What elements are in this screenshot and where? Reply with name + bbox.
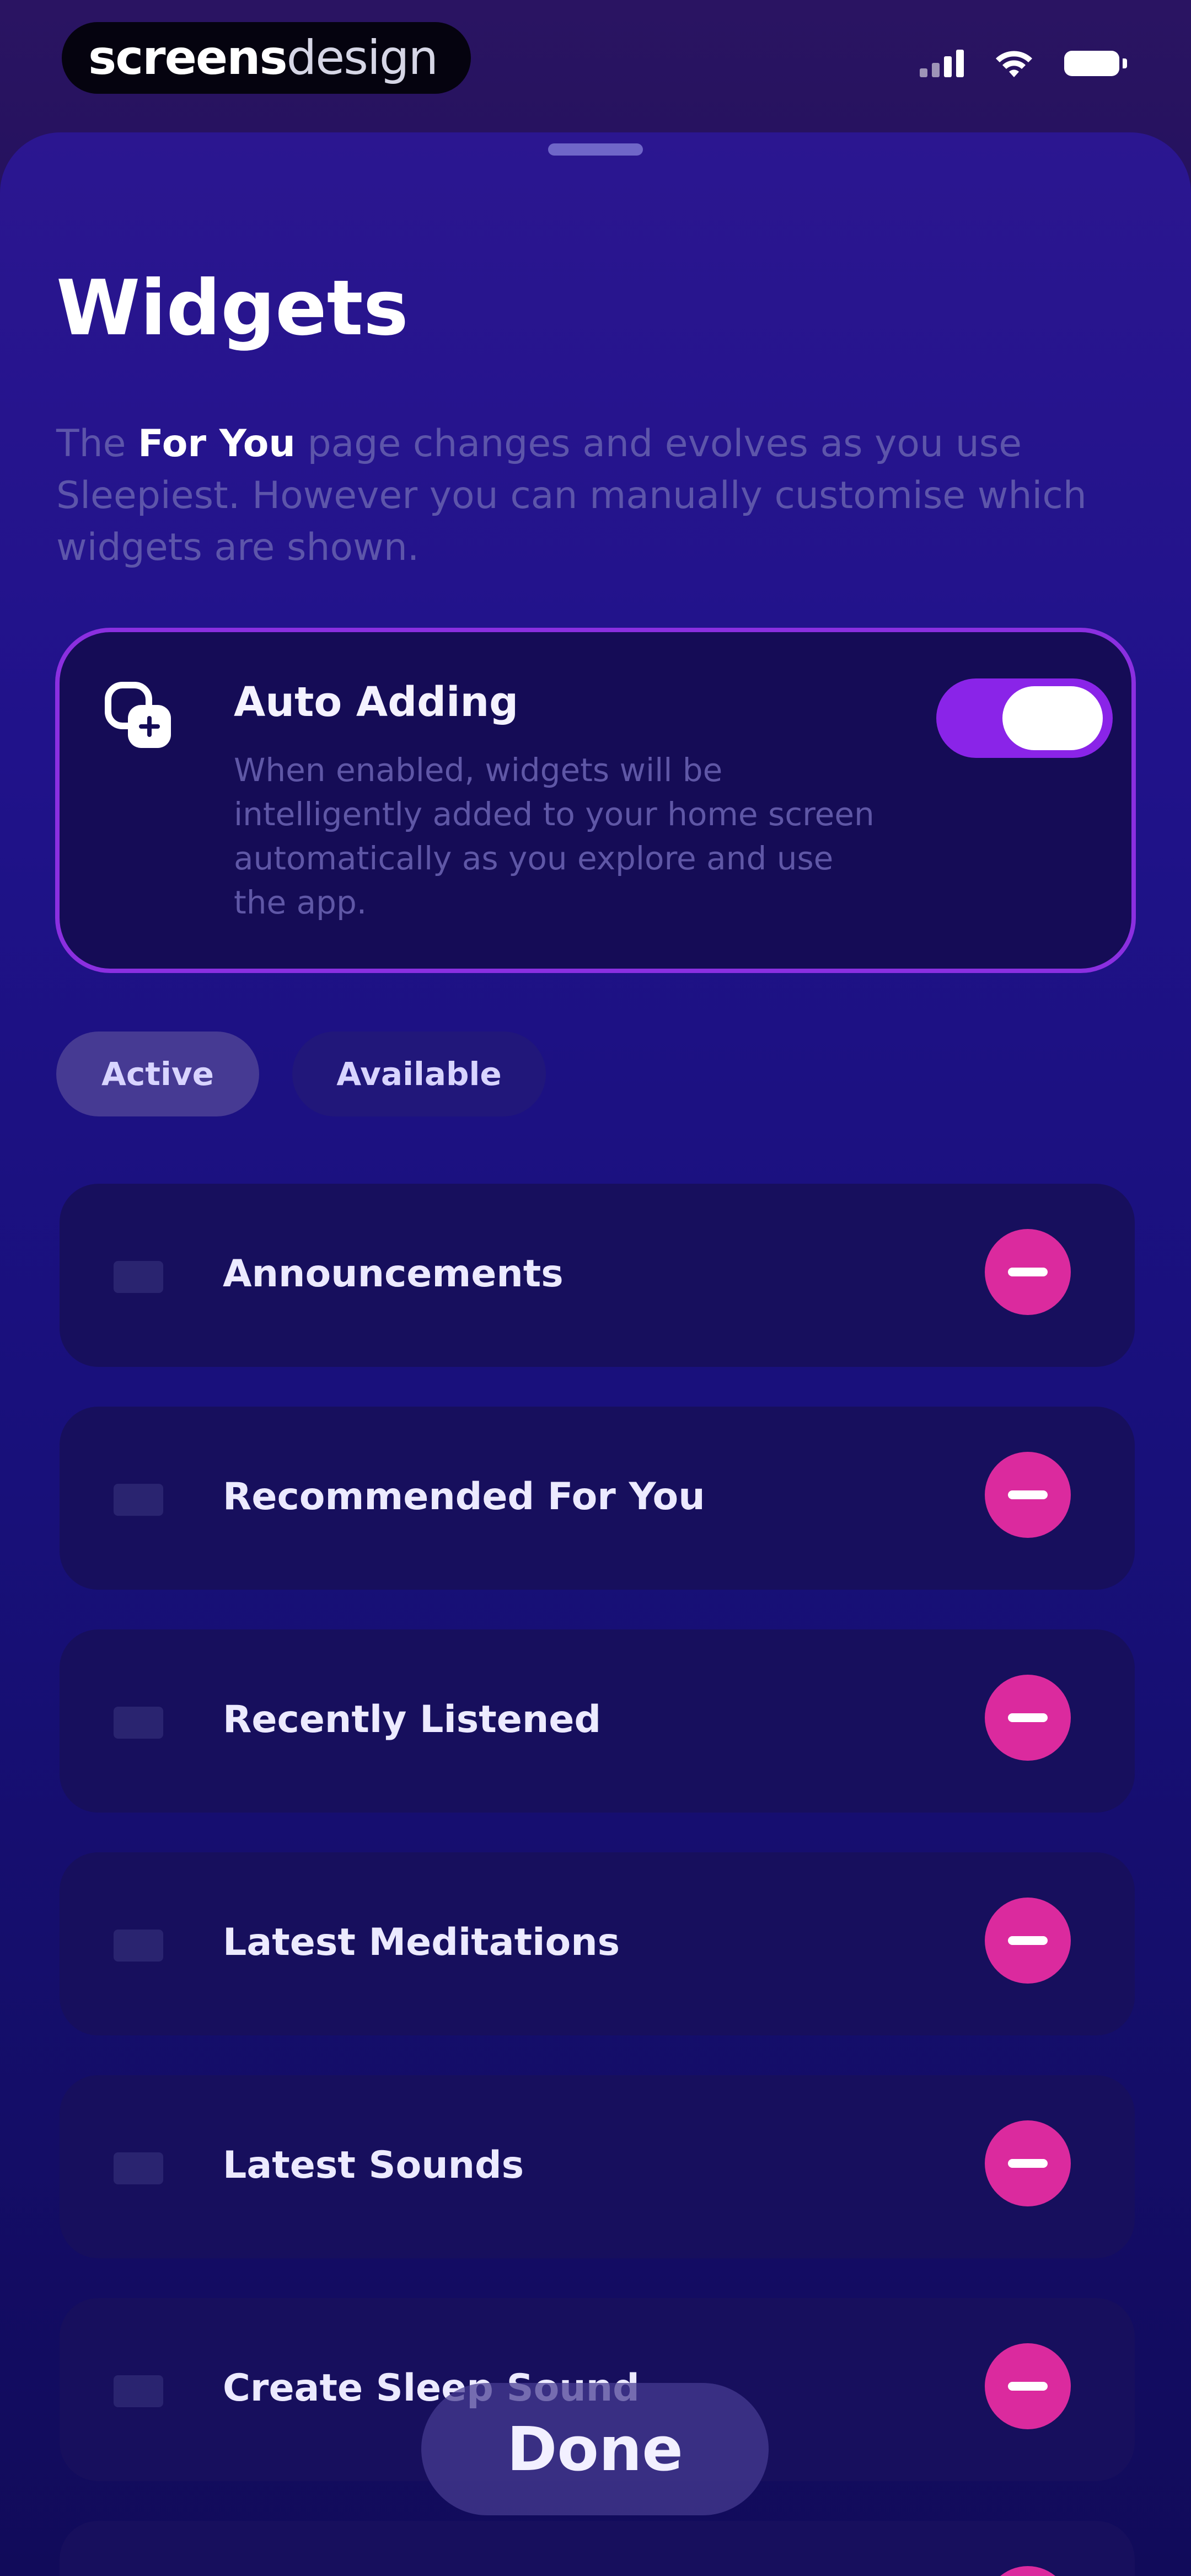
widget-row-latest-sounds[interactable]: Latest Sounds: [60, 2075, 1135, 2258]
widget-label: Recently Listened: [223, 1698, 602, 1741]
brand-badge: screens design: [62, 22, 471, 94]
remove-widget-button[interactable]: [985, 1675, 1071, 1761]
done-button[interactable]: Done: [421, 2383, 769, 2515]
intro-prefix: The: [56, 422, 138, 466]
drag-handle-icon[interactable]: [114, 1484, 163, 1516]
intro-highlight: For You: [138, 422, 296, 466]
add-widget-icon: [105, 682, 171, 748]
auto-adding-toggle[interactable]: [936, 678, 1113, 758]
remove-widget-button[interactable]: [985, 2566, 1071, 2576]
drag-handle-icon[interactable]: [114, 1707, 163, 1739]
widget-row-recently-listened[interactable]: Recently Listened: [60, 1629, 1135, 1813]
auto-adding-title: Auto Adding: [234, 678, 519, 726]
drag-handle-icon[interactable]: [114, 2152, 163, 2184]
status-bar: screens design: [0, 0, 1191, 127]
tab-active[interactable]: Active: [56, 1032, 259, 1116]
widget-row-partial[interactable]: [60, 2521, 1135, 2576]
widget-row-recommended-for-you[interactable]: Recommended For You: [60, 1407, 1135, 1590]
signal-icon: [920, 50, 964, 77]
auto-adding-description: When enabled, widgets will be intelligen…: [234, 751, 875, 921]
battery-icon: [1064, 51, 1127, 76]
auto-adding-card: Auto Adding When enabled, widgets will b…: [55, 628, 1136, 973]
tab-available[interactable]: Available: [292, 1032, 546, 1116]
toggle-knob: [1002, 686, 1103, 750]
widgets-sheet: Widgets The For You page changes and evo…: [0, 132, 1191, 2576]
page-title: Widgets: [56, 264, 409, 352]
drag-handle-icon[interactable]: [114, 2375, 163, 2407]
remove-widget-button[interactable]: [985, 1452, 1071, 1538]
remove-widget-button[interactable]: [985, 1229, 1071, 1315]
widget-row-latest-meditations[interactable]: Latest Meditations: [60, 1852, 1135, 2035]
drag-handle-icon[interactable]: [114, 1261, 163, 1293]
brand-name-light: design: [286, 30, 438, 85]
widget-label: Latest Sounds: [223, 2144, 524, 2187]
status-icons: [920, 49, 1127, 78]
wifi-icon: [996, 51, 1032, 77]
widget-label: Announcements: [223, 1252, 564, 1296]
drag-handle-icon[interactable]: [114, 1930, 163, 1962]
widget-label: Recommended For You: [223, 1475, 705, 1519]
sheet-grabber[interactable]: [548, 143, 643, 156]
remove-widget-button[interactable]: [985, 2343, 1071, 2429]
intro-text: The For You page changes and evolves as …: [56, 418, 1137, 574]
brand-name-bold: screens: [88, 30, 288, 85]
widget-row-announcements[interactable]: Announcements: [60, 1184, 1135, 1367]
widget-label: Latest Meditations: [223, 1921, 620, 1964]
remove-widget-button[interactable]: [985, 1898, 1071, 1984]
remove-widget-button[interactable]: [985, 2120, 1071, 2206]
